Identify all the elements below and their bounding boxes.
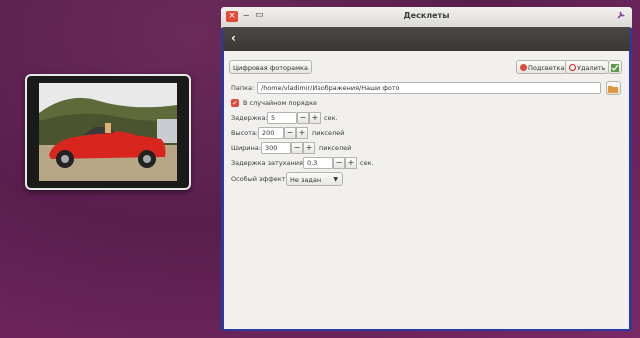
delay-increment-button[interactable]: + [309, 112, 321, 124]
wrench-icon[interactable] [616, 10, 626, 23]
window-titlebar: × ‒ ▭ Десклеты [221, 7, 632, 28]
width-label: Ширина: [231, 144, 261, 152]
delay-input[interactable]: 5 [267, 112, 297, 124]
desklets-window: × ‒ ▭ Десклеты ‹ Цифровая фоторамка Подс… [221, 7, 632, 331]
delay-unit: сек. [324, 114, 338, 122]
height-decrement-button[interactable]: − [284, 127, 296, 139]
remove-label: Удалить [577, 64, 606, 72]
fade-delay-increment-button[interactable]: + [345, 157, 357, 169]
photo-frame-desklet[interactable] [25, 74, 191, 190]
folder-path-field[interactable]: /home/vladimir/Изображения/Наши фото [257, 82, 601, 94]
remove-button[interactable]: Удалить [565, 60, 610, 74]
folder-label: Папка: [231, 84, 255, 92]
fade-delay-unit: сек. [360, 159, 374, 167]
add-desklet-icon [611, 64, 619, 72]
fade-delay-input[interactable]: 0,3 [303, 157, 333, 169]
header-bar: ‹ [223, 27, 630, 51]
height-unit: пикселей [312, 129, 345, 137]
effect-selected-value: Не задан [290, 176, 322, 184]
desklet-photo [39, 83, 177, 181]
width-increment-button[interactable]: + [303, 142, 315, 154]
height-input[interactable]: 200 [258, 127, 284, 139]
width-decrement-button[interactable]: − [291, 142, 303, 154]
highlight-label: Подсветка [528, 64, 565, 72]
width-unit: пикселей [319, 144, 352, 152]
fade-delay-label: Задержка затухания: [231, 159, 306, 167]
effect-dropdown[interactable]: Не задан ▼ [286, 172, 343, 186]
random-order-checkbox[interactable]: ✓ [231, 99, 239, 107]
chevron-down-icon: ▼ [333, 176, 338, 183]
remove-icon [569, 64, 576, 71]
add-desklet-button[interactable] [608, 60, 622, 74]
highlight-icon [520, 64, 527, 71]
effect-label: Особый эффект: [231, 175, 288, 183]
folder-icon [608, 86, 618, 93]
window-title: Десклеты [403, 11, 450, 20]
folder-browse-button[interactable] [606, 81, 621, 95]
desklet-selector-button[interactable]: Цифровая фоторамка [229, 60, 312, 74]
highlight-button[interactable]: Подсветка [516, 60, 569, 74]
height-label: Высота: [231, 129, 259, 137]
delay-decrement-button[interactable]: − [297, 112, 309, 124]
width-input[interactable]: 300 [261, 142, 291, 154]
settings-panel: Цифровая фоторамка Подсветка Удалить Пап… [224, 51, 629, 329]
back-button[interactable]: ‹ [231, 31, 236, 45]
delay-label: Задержка: [231, 114, 268, 122]
random-order-label: В случайном порядке [243, 99, 318, 107]
fade-delay-decrement-button[interactable]: − [333, 157, 345, 169]
height-increment-button[interactable]: + [296, 127, 308, 139]
